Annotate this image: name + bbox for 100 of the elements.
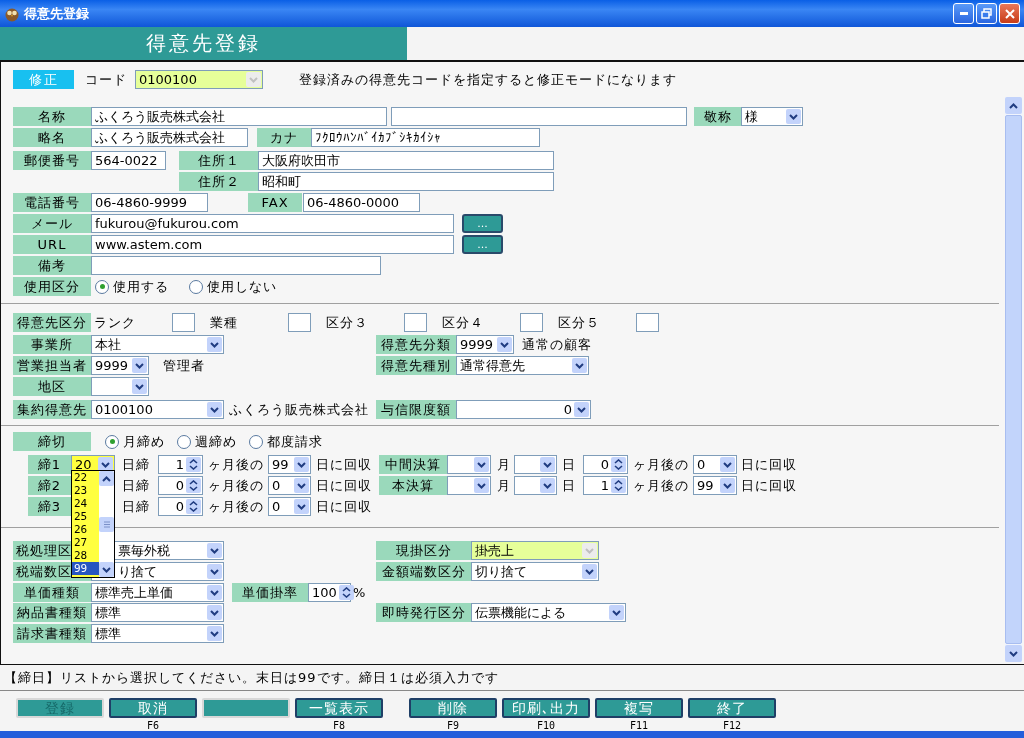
field-label: 得意先分類 [376,335,456,354]
text-field[interactable]: ふくろう販売株式会社 [91,107,387,126]
dropdown-field[interactable]: 9999 [91,356,149,375]
text-field[interactable]: ふくろう販売株式会社 [91,128,248,147]
dropdown-field[interactable] [514,476,557,495]
label-text: ランク [94,313,136,332]
dropdown-field[interactable]: 0 [456,400,591,419]
dropdown-field[interactable]: 本社 [91,335,224,354]
dropdown-field[interactable]: 切り捨て [471,562,599,581]
dropdown-field[interactable]: 0100100 [91,400,224,419]
chevron-down-icon [720,457,735,472]
dropdown-field[interactable]: 9999 [456,335,514,354]
chevron-down-icon [294,499,309,514]
field-label: 使用区分 [13,277,91,296]
label-text: 日 [562,455,576,474]
spinner-field[interactable]: 1 [158,455,203,474]
text-field[interactable]: 大阪府吹田市 [258,151,554,170]
radio-button[interactable] [95,279,109,294]
label-text: % [353,585,367,600]
dropdown-field[interactable]: 標準 [91,603,224,622]
label-text: 区分３ [326,313,368,332]
scroll-down-icon[interactable] [1005,645,1022,662]
code-field[interactable] [288,313,311,332]
radio-button[interactable] [249,434,263,449]
field-label: 納品書種類 [13,603,91,622]
chevron-down-icon [207,605,222,620]
radio-button[interactable] [189,279,203,294]
dropdown-field[interactable]: 様 [741,107,803,126]
dropdown-field[interactable]: 伝票機能による [471,603,626,622]
chevron-down-icon [474,457,489,472]
chevron-down-icon [574,402,589,417]
field-label: 請求書種類 [13,624,91,643]
label-text: 日締 [122,497,150,516]
label-text: 区分４ [442,313,484,332]
dropdown-field[interactable]: 通常得意先 [456,356,589,375]
dropdown-field[interactable] [447,455,491,474]
spinner-field[interactable]: 0 [158,476,203,495]
shortcut-label: F9 [446,720,459,731]
dropdown-field[interactable]: 0 [268,497,311,516]
chevron-down-icon [294,478,309,493]
shortcut-label: F11 [629,720,649,731]
close-button[interactable] [999,3,1020,24]
label-text: ヶ月後の [208,476,264,495]
restore-button[interactable] [976,3,997,24]
label-text: 日に回収 [316,455,372,474]
text-field[interactable]: 06-4860-9999 [91,193,208,212]
dropdown-field[interactable] [91,377,149,396]
spinner-field[interactable]: 0 [583,455,628,474]
field-label: 締1 [28,455,71,474]
dropdown-field[interactable]: 標準 [91,624,224,643]
radio-label: 週締め [195,432,237,451]
field-label: 備考 [13,256,91,275]
radio-label: 都度請求 [267,432,323,451]
dropdown-field[interactable]: 0 [268,476,311,495]
chevron-down-icon [786,109,801,124]
text-field[interactable] [91,256,381,275]
spinner-field[interactable]: 1 [583,476,628,495]
text-field[interactable]: 564-0022 [91,151,166,170]
spinner-field[interactable]: 0 [158,497,203,516]
text-field[interactable]: fukurou@fukurou.com [91,214,454,233]
dropdown-field[interactable]: 99 [693,476,737,495]
list-option[interactable]: 99 [72,562,99,575]
label-text: 日に回収 [316,497,372,516]
text-field[interactable]: 昭和町 [258,172,554,191]
radio-button[interactable] [177,434,191,449]
dropdown-field[interactable]: 99 [268,455,311,474]
field-label: 名称 [13,107,91,126]
label-text: ふくろう販売株式会社 [229,400,369,419]
code-field[interactable] [520,313,543,332]
label-text: 通常の顧客 [522,335,592,354]
code-field[interactable] [636,313,659,332]
spinner-field[interactable]: 100 [308,583,351,602]
chevron-down-icon [474,478,489,493]
dropdown-field[interactable] [514,455,557,474]
dropdown-field[interactable]: 0 [693,455,737,474]
code-field[interactable] [172,313,195,332]
chevron-down-icon [720,478,735,493]
radio-button[interactable] [105,434,119,449]
spinner-arrows-icon [611,457,626,472]
chevron-down-icon [294,457,309,472]
label-text: ヶ月後の [208,455,264,474]
dropdown-field[interactable] [447,476,491,495]
field-label: URL [13,235,91,254]
hint-text: 登録済みの得意先コードを指定すると修正モードになります [299,70,677,89]
shortcut-label: F6 [146,720,159,731]
text-field[interactable]: 06-4860-0000 [303,193,420,212]
scroll-thumb-icon[interactable] [99,516,114,532]
scroll-up-icon[interactable] [1005,97,1022,114]
text-field[interactable]: www.astem.com [91,235,454,254]
field-label: 得意先種別 [376,356,456,375]
code-field[interactable] [404,313,427,332]
field-label: カナ [257,128,311,147]
dropdown-field[interactable]: 標準売上単価 [91,583,224,602]
field-label: 営業担当者 [13,356,91,375]
text-field[interactable]: ﾌｸﾛｳﾊﾝﾊﾞｲｶﾌﾞｼｷｶｲｼｬ [311,128,540,147]
scroll-down-icon[interactable] [99,562,114,577]
text-field[interactable] [391,107,687,126]
field-label: 郵便番号 [13,151,91,170]
minimize-button[interactable] [953,3,974,24]
scroll-up-icon[interactable] [99,471,114,486]
